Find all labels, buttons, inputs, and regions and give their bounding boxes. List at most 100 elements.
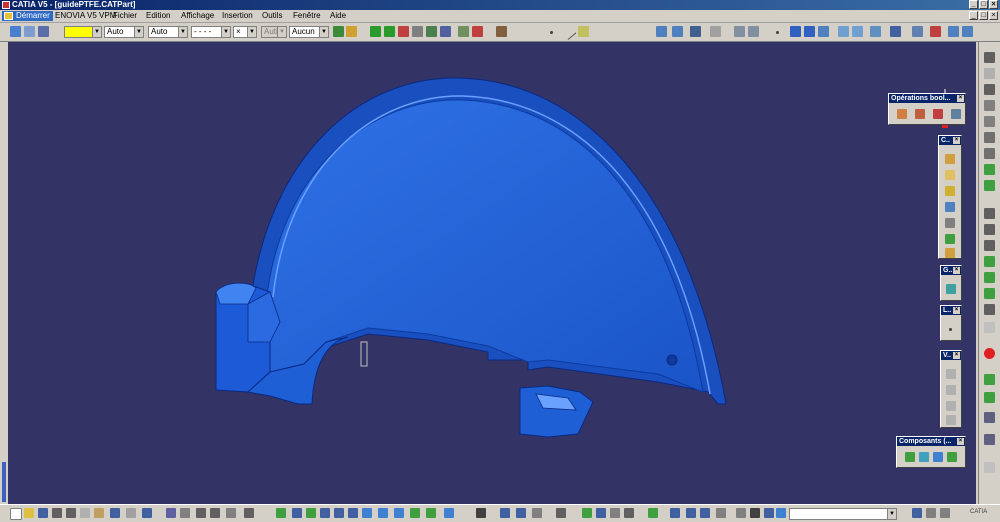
c-panel-title[interactable]: C.. × [939, 136, 961, 145]
zoom-in-icon[interactable] [320, 508, 330, 518]
new-icon[interactable] [10, 508, 22, 520]
transparency-combo[interactable]: Auto ▼ [104, 26, 144, 38]
fly-icon[interactable] [398, 26, 409, 37]
normal-view-icon[interactable] [426, 26, 437, 37]
hole-icon[interactable] [945, 218, 955, 228]
shell-tool-icon[interactable] [984, 180, 995, 191]
catia-update-icon[interactable] [670, 508, 680, 518]
g-panel-title[interactable]: G.. × [941, 266, 961, 275]
pad-icon[interactable] [945, 154, 955, 164]
knowledge-rule-icon[interactable] [736, 508, 746, 518]
lights-icon[interactable] [596, 508, 606, 518]
axis-icon[interactable] [734, 26, 745, 37]
v-icon-4[interactable] [946, 415, 956, 425]
measure-item-icon[interactable] [516, 508, 526, 518]
l-point-icon[interactable] [949, 328, 952, 331]
mirror-tool-icon[interactable] [984, 224, 995, 235]
point-type-combo[interactable]: × ▼ [233, 26, 257, 38]
line-type-combo[interactable]: - - - - ▼ [191, 26, 231, 38]
fillet-icon[interactable] [870, 26, 881, 37]
spline-icon[interactable] [804, 26, 815, 37]
hide-show-icon[interactable] [458, 26, 469, 37]
view-rotate-icon[interactable] [292, 508, 302, 518]
draft-icon[interactable] [930, 26, 941, 37]
thick-surface-icon[interactable] [984, 288, 995, 299]
menu-affichage[interactable]: Affichage [179, 11, 216, 21]
paste-icon[interactable] [94, 508, 104, 518]
cut-icon[interactable] [962, 26, 973, 37]
pocket-icon[interactable] [945, 170, 955, 180]
thread-tool-icon[interactable] [984, 208, 995, 219]
line-icon[interactable] [560, 23, 577, 41]
geometry-icon[interactable] [946, 284, 956, 294]
point-icon[interactable] [550, 31, 553, 34]
rib-icon[interactable] [945, 234, 955, 244]
options-icon[interactable] [926, 508, 936, 518]
exit-workbench-icon[interactable] [984, 68, 995, 79]
color-dropdown[interactable]: ▼ [92, 26, 102, 38]
pan-icon[interactable] [370, 26, 381, 37]
section-icon[interactable] [948, 26, 959, 37]
menu-fenetre[interactable]: Fenêtre [291, 11, 323, 21]
edit-icon[interactable] [764, 508, 774, 518]
draft-tool-icon[interactable] [984, 164, 995, 175]
macro-icon[interactable] [776, 508, 786, 518]
menu-fichier[interactable]: Fichier [111, 11, 139, 21]
groove-icon[interactable] [945, 202, 955, 212]
close-surface-icon[interactable] [984, 304, 995, 315]
extrude-icon[interactable] [838, 26, 849, 37]
menu-aide[interactable]: Aide [328, 11, 348, 21]
sew-surface-icon[interactable] [984, 322, 995, 333]
constraint-icon[interactable] [984, 392, 995, 403]
save-icon[interactable] [38, 508, 48, 518]
query-icon[interactable] [38, 26, 49, 37]
work-object-icon[interactable] [748, 26, 759, 37]
constraint-tool-icon[interactable] [700, 508, 710, 518]
snap-icon[interactable] [710, 26, 721, 37]
compass-reset-icon[interactable] [912, 508, 922, 518]
measure-tool-icon[interactable] [984, 434, 995, 445]
formula-icon[interactable] [166, 508, 176, 518]
properties-icon[interactable] [346, 26, 357, 37]
catia-app-icon[interactable] [2, 1, 10, 9]
3d-viewport[interactable]: x [8, 42, 976, 504]
components-panel-title[interactable]: Composants (... × [897, 437, 965, 446]
surface-icon[interactable] [818, 26, 829, 37]
doc-close-button[interactable]: × [989, 11, 998, 20]
start-menu[interactable]: Démarrer [2, 11, 53, 21]
fit-all-icon[interactable] [306, 508, 316, 518]
component-icon-3[interactable] [933, 452, 943, 462]
ratio-icon[interactable] [716, 508, 726, 518]
render-mode-icon[interactable] [444, 508, 454, 518]
boolean-panel-close-button[interactable]: × [957, 95, 964, 102]
help-tool-icon[interactable] [940, 508, 950, 518]
v-icon-3[interactable] [946, 401, 956, 411]
menu-enovia[interactable]: ENOVIA V5 VPM [53, 11, 118, 21]
zoom-area-icon[interactable] [348, 508, 358, 518]
print-icon[interactable] [52, 508, 62, 518]
measure-icon[interactable] [412, 26, 423, 37]
hole-tool-icon[interactable] [984, 116, 995, 127]
create-view-icon[interactable] [440, 26, 451, 37]
iso-view-icon[interactable] [378, 508, 388, 518]
tree-icon[interactable] [24, 26, 35, 37]
command-input[interactable]: ▼ [789, 508, 897, 520]
v-icon-1[interactable] [946, 369, 956, 379]
scaling-tool-icon[interactable] [984, 256, 995, 267]
add-icon[interactable] [915, 109, 925, 119]
help-icon[interactable] [142, 508, 152, 518]
measure-between-icon[interactable] [500, 508, 510, 518]
plane-icon[interactable] [578, 26, 589, 37]
v-panel-title[interactable]: V.. × [941, 351, 961, 360]
comment-icon[interactable] [180, 508, 190, 518]
tools-icon-2[interactable] [672, 26, 683, 37]
measure-inertia-icon[interactable] [532, 508, 542, 518]
curve-icon[interactable] [790, 26, 801, 37]
cursor-tool-icon[interactable] [984, 462, 995, 473]
v-icon-2[interactable] [946, 385, 956, 395]
axis-system-icon[interactable] [686, 508, 696, 518]
redo-icon[interactable] [126, 508, 136, 518]
pattern-tool-icon[interactable] [984, 240, 995, 251]
transform-icon[interactable] [890, 26, 901, 37]
point-2-icon[interactable] [776, 31, 779, 34]
